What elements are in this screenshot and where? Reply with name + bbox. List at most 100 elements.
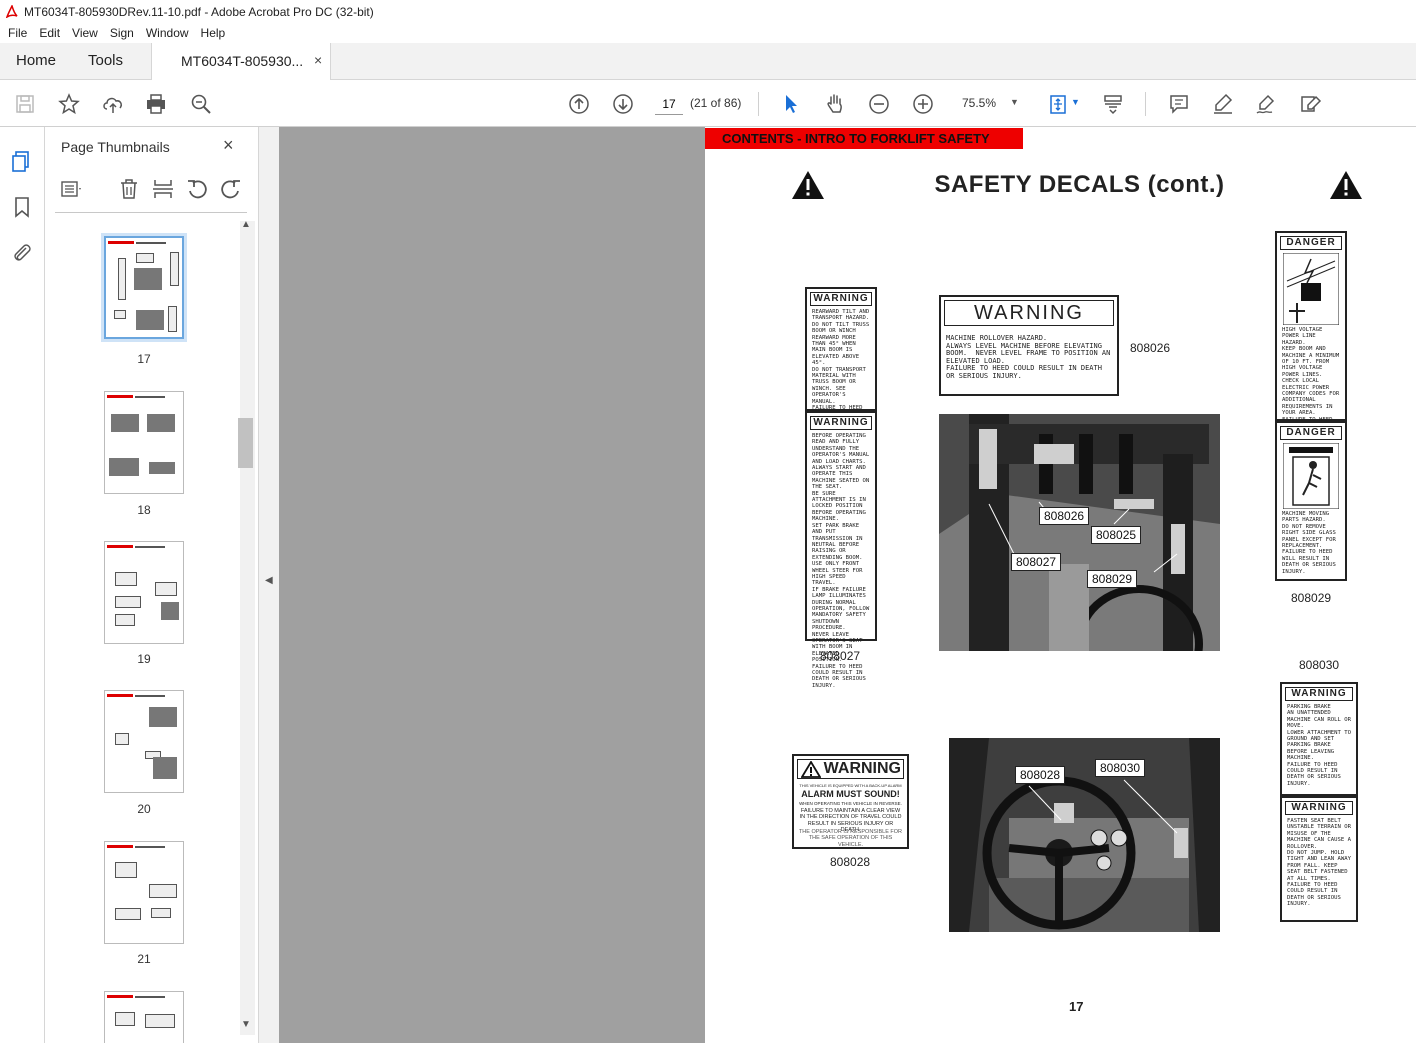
attachments-icon[interactable] bbox=[10, 241, 34, 265]
edit-icon[interactable] bbox=[1298, 91, 1324, 117]
thumbnail-page-22[interactable] bbox=[104, 991, 184, 1043]
decal-text: THE OPERATOR IS RESPONSIBLE FOR THE SAFE… bbox=[798, 829, 903, 848]
page-number-input[interactable] bbox=[655, 93, 683, 115]
delete-pages-icon[interactable] bbox=[117, 177, 141, 201]
thumbnail-options-icon[interactable] bbox=[59, 177, 83, 201]
panel-title: Page Thumbnails bbox=[61, 139, 170, 155]
page-heading: SAFETY DECALS (cont.) bbox=[934, 171, 1225, 198]
navigation-pane-strip bbox=[0, 127, 45, 1043]
decal-alarm-text: ALARM MUST SOUND! bbox=[801, 789, 900, 799]
decal-code: 808029 bbox=[1291, 591, 1332, 605]
decal-808026: WARNING MACHINE ROLLOVER HAZARD. ALWAYS … bbox=[939, 295, 1119, 396]
fit-page-icon[interactable] bbox=[1045, 91, 1071, 117]
sign-icon[interactable] bbox=[1253, 91, 1279, 117]
extract-pages-icon[interactable] bbox=[151, 177, 175, 201]
tab-close-icon[interactable]: × bbox=[314, 52, 322, 68]
decal-808030-top: WARNING PARKING BRAKE AN UNATTENDED MACH… bbox=[1280, 682, 1358, 796]
decal-text: PARKING BRAKE AN UNATTENDED MACHINE CAN … bbox=[1287, 704, 1351, 787]
menu-bar: File Edit View Sign Window Help bbox=[0, 23, 1416, 43]
decal-code: 808027 bbox=[820, 649, 861, 663]
hand-icon[interactable] bbox=[822, 91, 848, 117]
decal-808028: WARNING THIS VEHICLE IS EQUIPPED WITH A … bbox=[792, 754, 909, 849]
save-icon[interactable] bbox=[12, 91, 38, 117]
contents-link[interactable]: CONTENTS - INTRO TO FORKLIFT SAFETY bbox=[705, 128, 1023, 149]
collapse-arrow-icon[interactable]: ◀ bbox=[265, 575, 273, 586]
zoom-dropdown-icon[interactable]: ▼ bbox=[1010, 97, 1019, 107]
decal-808029-bottom: DANGER MACHINE MOVING PARTS HAZARD. DO N… bbox=[1275, 421, 1347, 581]
document-viewport[interactable]: CONTENTS - INTRO TO FORKLIFT SAFETY SAFE… bbox=[279, 127, 1416, 1043]
callout-label: 808028 bbox=[1015, 766, 1066, 784]
toolbar-divider bbox=[758, 92, 759, 116]
scroll-mode-icon[interactable] bbox=[1100, 91, 1126, 117]
scroll-up-icon[interactable]: ▲ bbox=[241, 219, 251, 230]
scroll-down-icon[interactable]: ▼ bbox=[241, 1019, 251, 1030]
rotate-right-icon[interactable] bbox=[219, 177, 243, 201]
toolbar-divider bbox=[1145, 92, 1146, 116]
comment-icon[interactable] bbox=[1166, 91, 1192, 117]
tab-bar: Home Tools MT6034T-805930... × bbox=[0, 43, 1416, 80]
forklift-cab-photo: 808028 808030 bbox=[949, 738, 1220, 932]
decal-header: DANGER bbox=[1280, 426, 1342, 440]
toolbar: (21 of 86) 75.5% ▼ ▼ bbox=[0, 80, 1416, 127]
decal-header: DANGER bbox=[1280, 236, 1342, 250]
thumbnail-label: 17 bbox=[137, 352, 151, 366]
panel-collapse-bar[interactable]: ◀ bbox=[258, 127, 279, 1043]
menu-window[interactable]: Window bbox=[140, 26, 195, 40]
star-icon[interactable] bbox=[56, 91, 82, 117]
zoom-in-icon[interactable] bbox=[910, 91, 936, 117]
acrobat-logo-icon bbox=[6, 5, 18, 18]
highlight-icon[interactable] bbox=[1210, 91, 1236, 117]
panel-close-icon[interactable]: × bbox=[223, 135, 234, 156]
page-thumbnails-icon[interactable] bbox=[10, 149, 34, 173]
callout-label: 808029 bbox=[1087, 570, 1138, 588]
page-thumbnails-panel: Page Thumbnails × 17 18 19 20 21 bbox=[45, 127, 258, 1043]
window-title: MT6034T-805930DRev.11-10.pdf - Adobe Acr… bbox=[24, 4, 374, 19]
fit-dropdown-icon[interactable]: ▼ bbox=[1071, 97, 1080, 107]
upload-icon[interactable] bbox=[100, 91, 126, 117]
tab-tools[interactable]: Tools bbox=[88, 52, 123, 69]
decal-header: WARNING bbox=[810, 416, 872, 430]
bookmarks-icon[interactable] bbox=[10, 195, 34, 219]
menu-file[interactable]: File bbox=[2, 26, 33, 40]
scrollbar-thumb[interactable] bbox=[238, 418, 253, 468]
callout-label: 808030 bbox=[1095, 759, 1146, 777]
thumbnail-page-21[interactable] bbox=[104, 841, 184, 944]
power-line-hazard-icon bbox=[1283, 253, 1339, 325]
rotate-left-icon[interactable] bbox=[185, 177, 209, 201]
forklift-boom-photo: 808026 808025 808027 808029 bbox=[939, 414, 1220, 651]
tab-document[interactable]: MT6034T-805930... × bbox=[151, 43, 331, 80]
select-cursor-icon[interactable] bbox=[778, 91, 804, 117]
callout-label: 808025 bbox=[1091, 526, 1142, 544]
prev-page-icon[interactable] bbox=[566, 91, 592, 117]
decal-text: WHEN OPERATING THIS VEHICLE IN REVERSE. bbox=[799, 801, 902, 806]
thumbnail-label: 18 bbox=[137, 503, 151, 517]
tab-home[interactable]: Home bbox=[16, 52, 56, 69]
menu-help[interactable]: Help bbox=[195, 26, 232, 40]
thumbnail-page-18[interactable] bbox=[104, 391, 184, 494]
decal-code: 808030 bbox=[1299, 658, 1340, 672]
decal-text: THIS VEHICLE IS EQUIPPED WITH A BACK-UP … bbox=[799, 783, 902, 788]
thumbnail-page-17[interactable] bbox=[104, 236, 184, 339]
find-icon[interactable] bbox=[188, 91, 214, 117]
decal-808027-bottom: WARNING BEFORE OPERATING READ AND FULLY … bbox=[805, 411, 877, 689]
thumbnail-label: 20 bbox=[137, 802, 151, 816]
decal-808029-top: DANGER HIGH VOLTAGE POWER LINE HAZARD. K… bbox=[1275, 231, 1347, 442]
decal-header: WARNING bbox=[944, 300, 1114, 326]
next-page-icon[interactable] bbox=[610, 91, 636, 117]
warning-triangle-icon bbox=[801, 761, 821, 778]
menu-sign[interactable]: Sign bbox=[104, 26, 140, 40]
thumbnail-page-19[interactable] bbox=[104, 541, 184, 644]
menu-view[interactable]: View bbox=[66, 26, 104, 40]
thumbnail-label: 21 bbox=[137, 952, 151, 966]
thumbnail-scrollbar[interactable] bbox=[240, 221, 255, 1035]
decal-header: WARNING bbox=[1285, 801, 1353, 815]
title-bar: MT6034T-805930DRev.11-10.pdf - Adobe Acr… bbox=[0, 0, 1416, 23]
thumbnail-page-20[interactable] bbox=[104, 690, 184, 793]
zoom-level[interactable]: 75.5% bbox=[962, 96, 996, 110]
print-icon[interactable] bbox=[143, 91, 169, 117]
decal-text: FASTEN SEAT BELT UNSTABLE TERRAIN OR MIS… bbox=[1287, 818, 1351, 908]
thumbnail-label: 19 bbox=[137, 652, 151, 666]
menu-edit[interactable]: Edit bbox=[33, 26, 66, 40]
zoom-out-icon[interactable] bbox=[866, 91, 892, 117]
moving-parts-hazard-icon bbox=[1283, 443, 1339, 509]
